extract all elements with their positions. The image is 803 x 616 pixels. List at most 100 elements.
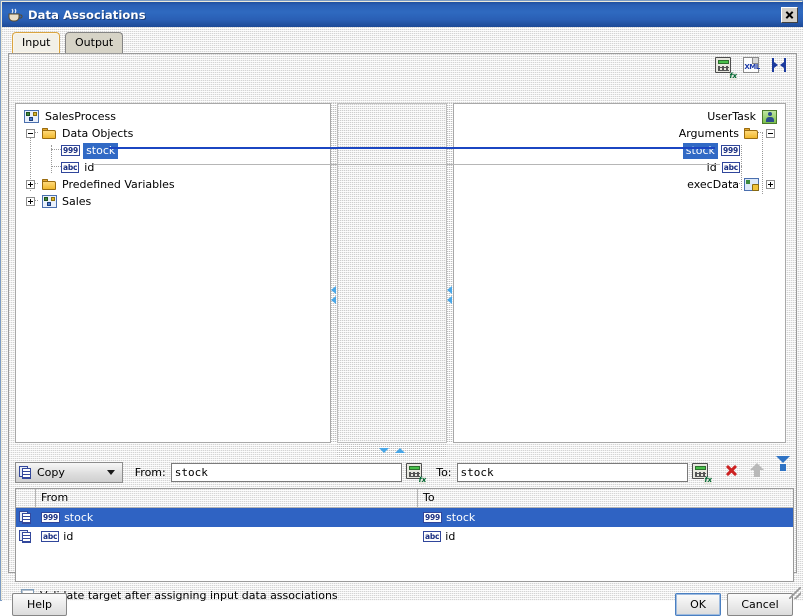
tree-node-label: id: [84, 160, 95, 174]
badge-number-icon: 999: [41, 512, 61, 523]
dialog-content: Input Output fx XML SalesProcess Data Ob…: [2, 27, 803, 616]
tab-output[interactable]: Output: [65, 32, 124, 53]
to-input[interactable]: [456, 462, 688, 482]
cell-from-text: id: [63, 530, 74, 543]
to-label: To:: [436, 465, 452, 479]
from-expression-builder-icon[interactable]: fx: [406, 463, 427, 484]
row-type-icon: [16, 508, 36, 527]
tree-node-usertask[interactable]: UserTask: [705, 108, 777, 125]
calculator-glyph: [715, 57, 731, 73]
mapper-panel: fx XML SalesProcess Data Objects 999 sto…: [8, 53, 797, 602]
ok-button[interactable]: OK: [675, 593, 721, 616]
expander-plus-icon[interactable]: [26, 197, 35, 206]
table-row[interactable]: abc id abc id: [16, 527, 793, 546]
collapse-glyph: [771, 57, 787, 73]
cell-to-text: stock: [446, 511, 476, 524]
tree-node-stock[interactable]: 999 stock: [61, 142, 119, 159]
associations-table[interactable]: From To 999 stock 999 stock abc id abc i…: [15, 488, 794, 582]
tree-node-stock[interactable]: stock 999: [682, 142, 740, 159]
splitter-arrow-icon[interactable]: [331, 286, 336, 294]
column-header-row-icon: [16, 489, 36, 507]
column-header-from: From: [36, 489, 418, 507]
tab-input[interactable]: Input: [12, 32, 61, 53]
cell-to-text: id: [445, 530, 456, 543]
fx-badge: fx: [418, 476, 427, 484]
tree-node-label: SalesProcess: [45, 109, 117, 123]
tree-node-label: stock: [83, 142, 119, 159]
tree-node-label: Arguments: [678, 126, 739, 140]
tree-node-id[interactable]: abc id: [61, 159, 96, 176]
xml-icon[interactable]: XML: [743, 57, 763, 77]
association-editor-row: Copy From: fx To: fx: [15, 456, 794, 486]
expression-builder-icon[interactable]: fx: [715, 57, 737, 80]
process-icon: [24, 110, 39, 123]
cancel-button[interactable]: Cancel: [727, 593, 793, 616]
target-tree-panel[interactable]: UserTask Arguments stock 999 id abc exec…: [453, 103, 786, 443]
move-down-icon[interactable]: [776, 456, 794, 481]
mapping-connector-id[interactable]: [94, 164, 720, 165]
splitter-arrow-icon[interactable]: [395, 448, 405, 453]
badge-text-icon: abc: [721, 162, 740, 173]
table-row[interactable]: 999 stock 999 stock: [16, 508, 793, 527]
expander-plus-icon[interactable]: [26, 180, 35, 189]
tree-node-label: Sales: [62, 194, 92, 208]
source-tree-panel[interactable]: SalesProcess Data Objects 999 stock abc …: [15, 103, 331, 443]
tree-node-sales[interactable]: Sales: [26, 193, 93, 210]
badge-text-icon: abc: [41, 531, 60, 542]
validate-target-row[interactable]: Validate target after assigning input da…: [21, 589, 338, 602]
tree-node-label: id: [706, 160, 717, 174]
close-icon[interactable]: [781, 6, 798, 23]
chevron-down-icon: [106, 469, 115, 475]
copy-icon: [19, 465, 33, 479]
folder-icon: [744, 127, 759, 140]
cell-from: abc id: [36, 527, 418, 546]
horizontal-splitter[interactable]: [337, 444, 447, 458]
tree-node-label: stock: [682, 142, 718, 159]
from-input[interactable]: [170, 462, 403, 482]
move-up-icon[interactable]: [750, 463, 768, 481]
window-title: Data Associations: [28, 7, 146, 22]
collapse-all-icon[interactable]: [771, 57, 791, 77]
splitter-arrow-icon[interactable]: [379, 448, 389, 453]
fx-badge: fx: [704, 476, 712, 484]
badge-text-icon: abc: [61, 162, 80, 173]
folder-icon: [42, 127, 57, 140]
badge-number-icon: 999: [61, 145, 81, 156]
operation-select[interactable]: Copy: [15, 461, 123, 483]
process-icon: [42, 195, 57, 208]
user-task-icon: [762, 109, 777, 124]
expander-minus-icon[interactable]: [26, 129, 35, 138]
tree-node-label: Predefined Variables: [62, 177, 175, 191]
tree-node-data-objects[interactable]: Data Objects: [26, 125, 135, 142]
expander-minus-icon[interactable]: [766, 129, 775, 138]
data-associations-dialog: Data Associations Input Output fx XML Sa…: [0, 0, 803, 616]
title-bar: Data Associations: [2, 2, 803, 27]
xml-glyph: XML: [743, 57, 760, 73]
tree-node-id[interactable]: id abc: [705, 159, 740, 176]
exec-data-icon: [744, 178, 759, 191]
app-coffee-icon: [7, 7, 23, 23]
tab-input-label: Input: [22, 36, 51, 49]
splitter-arrow-icon[interactable]: [447, 286, 452, 294]
fx-badge: fx: [729, 72, 737, 80]
cell-to: abc id: [418, 527, 793, 546]
tab-output-label: Output: [75, 36, 114, 49]
mapping-canvas[interactable]: [337, 103, 447, 443]
tree-node-predefined-variables[interactable]: Predefined Variables: [26, 176, 177, 193]
tree-node-label: UserTask: [707, 109, 756, 123]
tree-node-label: execData: [687, 177, 739, 191]
tree-node-arguments[interactable]: Arguments: [677, 125, 775, 142]
to-expression-builder-icon[interactable]: fx: [692, 463, 712, 484]
from-label: From:: [134, 465, 166, 479]
expander-plus-icon[interactable]: [766, 180, 775, 189]
resize-grip[interactable]: [789, 587, 801, 599]
tree-node-salesprocess[interactable]: SalesProcess: [24, 108, 118, 125]
tree-node-execdata[interactable]: execData: [685, 176, 775, 193]
splitter-arrow-icon[interactable]: [331, 296, 336, 304]
help-button[interactable]: Help: [12, 593, 67, 616]
splitter-arrow-icon[interactable]: [447, 296, 452, 304]
mapping-connector-stock[interactable]: [109, 147, 715, 149]
tree-node-label: Data Objects: [62, 126, 134, 140]
delete-icon[interactable]: [724, 463, 742, 481]
operation-select-value: Copy: [37, 465, 65, 479]
